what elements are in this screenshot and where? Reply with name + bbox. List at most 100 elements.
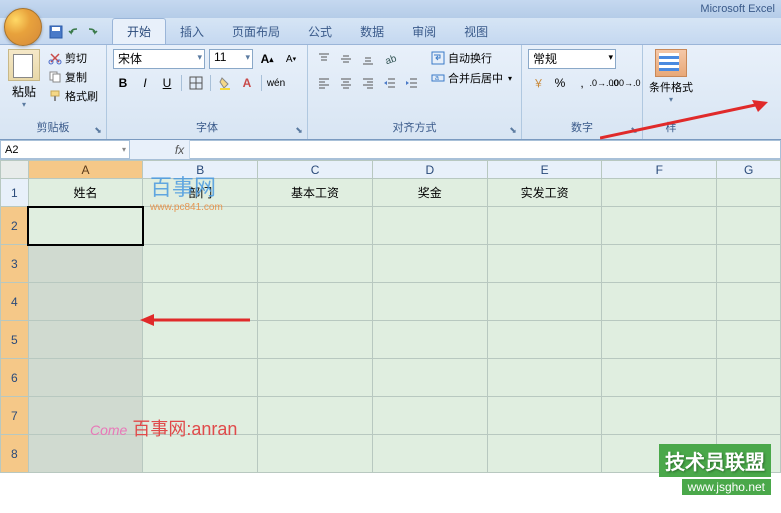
cut-button[interactable]: 剪切 bbox=[46, 49, 100, 67]
cell-F2[interactable] bbox=[602, 207, 717, 245]
italic-button[interactable]: I bbox=[135, 73, 155, 93]
row-header-7[interactable]: 7 bbox=[1, 397, 29, 435]
cell-A1[interactable]: 姓名 bbox=[28, 179, 143, 207]
row-header-3[interactable]: 3 bbox=[1, 245, 29, 283]
font-dialog-launcher[interactable]: ⬊ bbox=[293, 125, 305, 137]
undo-icon[interactable] bbox=[66, 24, 82, 40]
cell-D6[interactable] bbox=[372, 359, 487, 397]
cell-A2[interactable] bbox=[28, 207, 143, 245]
cell-B8[interactable] bbox=[143, 435, 258, 473]
cell-F5[interactable] bbox=[602, 321, 717, 359]
cell-G6[interactable] bbox=[717, 359, 781, 397]
cell-F4[interactable] bbox=[602, 283, 717, 321]
tab-start[interactable]: 开始 bbox=[112, 18, 166, 44]
tab-view[interactable]: 视图 bbox=[450, 19, 502, 44]
fx-button[interactable]: fx bbox=[170, 140, 190, 159]
col-header-F[interactable]: F bbox=[602, 161, 717, 179]
conditional-format-button[interactable]: 条件格式 ▾ bbox=[649, 49, 693, 104]
percent-button[interactable]: % bbox=[550, 73, 570, 93]
cell-B5[interactable] bbox=[143, 321, 258, 359]
align-bottom-button[interactable] bbox=[358, 49, 378, 69]
col-header-D[interactable]: D bbox=[372, 161, 487, 179]
bold-button[interactable]: B bbox=[113, 73, 133, 93]
cell-E3[interactable] bbox=[487, 245, 602, 283]
tab-formula[interactable]: 公式 bbox=[294, 19, 346, 44]
font-size-select[interactable]: 11 bbox=[209, 49, 253, 69]
tab-insert[interactable]: 插入 bbox=[166, 19, 218, 44]
save-icon[interactable] bbox=[48, 24, 64, 40]
border-button[interactable] bbox=[186, 73, 206, 93]
col-header-A[interactable]: A bbox=[28, 161, 143, 179]
phonetic-button[interactable]: wén bbox=[266, 73, 286, 93]
wrap-text-button[interactable]: 自动换行 bbox=[428, 49, 515, 67]
tab-layout[interactable]: 页面布局 bbox=[218, 19, 294, 44]
underline-button[interactable]: U bbox=[157, 73, 177, 93]
copy-button[interactable]: 复制 bbox=[46, 68, 100, 86]
cell-G8[interactable] bbox=[717, 435, 781, 473]
cell-C3[interactable] bbox=[258, 245, 373, 283]
tab-review[interactable]: 审阅 bbox=[398, 19, 450, 44]
cell-C8[interactable] bbox=[258, 435, 373, 473]
alignment-dialog-launcher[interactable]: ⬊ bbox=[507, 125, 519, 137]
cell-F1[interactable] bbox=[602, 179, 717, 207]
cell-F3[interactable] bbox=[602, 245, 717, 283]
cell-D4[interactable] bbox=[372, 283, 487, 321]
cell-G7[interactable] bbox=[717, 397, 781, 435]
align-middle-button[interactable] bbox=[336, 49, 356, 69]
cell-D2[interactable] bbox=[372, 207, 487, 245]
cell-C7[interactable] bbox=[258, 397, 373, 435]
tab-data[interactable]: 数据 bbox=[346, 19, 398, 44]
cell-F7[interactable] bbox=[602, 397, 717, 435]
number-dialog-launcher[interactable]: ⬊ bbox=[628, 125, 640, 137]
cell-B6[interactable] bbox=[143, 359, 258, 397]
row-header-4[interactable]: 4 bbox=[1, 283, 29, 321]
select-all-corner[interactable] bbox=[1, 161, 29, 179]
cell-E2[interactable] bbox=[487, 207, 602, 245]
cell-C6[interactable] bbox=[258, 359, 373, 397]
cell-A5[interactable] bbox=[28, 321, 143, 359]
cell-E1[interactable]: 实发工资 bbox=[487, 179, 602, 207]
paste-button[interactable]: 粘贴 ▾ bbox=[6, 49, 42, 117]
cell-D3[interactable] bbox=[372, 245, 487, 283]
redo-icon[interactable] bbox=[84, 24, 100, 40]
cell-C1[interactable]: 基本工资 bbox=[258, 179, 373, 207]
cell-G4[interactable] bbox=[717, 283, 781, 321]
cell-G2[interactable] bbox=[717, 207, 781, 245]
cell-E5[interactable] bbox=[487, 321, 602, 359]
cell-D5[interactable] bbox=[372, 321, 487, 359]
font-name-select[interactable]: 宋体 bbox=[113, 49, 205, 69]
decrease-indent-button[interactable] bbox=[380, 73, 400, 93]
cell-C5[interactable] bbox=[258, 321, 373, 359]
cell-E4[interactable] bbox=[487, 283, 602, 321]
cell-B7[interactable] bbox=[143, 397, 258, 435]
decrease-font-button[interactable]: A▾ bbox=[281, 49, 301, 69]
merge-center-button[interactable]: a合并后居中▾ bbox=[428, 69, 515, 87]
cell-D8[interactable] bbox=[372, 435, 487, 473]
fill-color-button[interactable] bbox=[215, 73, 235, 93]
formula-input[interactable] bbox=[190, 140, 781, 159]
number-format-select[interactable]: 常规 bbox=[528, 49, 616, 69]
cell-G3[interactable] bbox=[717, 245, 781, 283]
cell-G5[interactable] bbox=[717, 321, 781, 359]
cell-A8[interactable] bbox=[28, 435, 143, 473]
cell-G1[interactable] bbox=[717, 179, 781, 207]
cell-A4[interactable] bbox=[28, 283, 143, 321]
row-header-8[interactable]: 8 bbox=[1, 435, 29, 473]
name-box[interactable]: A2 bbox=[0, 140, 130, 159]
col-header-B[interactable]: B bbox=[143, 161, 258, 179]
clipboard-dialog-launcher[interactable]: ⬊ bbox=[92, 125, 104, 137]
align-left-button[interactable] bbox=[314, 73, 334, 93]
align-top-button[interactable] bbox=[314, 49, 334, 69]
office-button[interactable] bbox=[4, 8, 42, 46]
increase-indent-button[interactable] bbox=[402, 73, 422, 93]
cell-B1[interactable]: 部门 bbox=[143, 179, 258, 207]
cell-F8[interactable] bbox=[602, 435, 717, 473]
format-painter-button[interactable]: 格式刷 bbox=[46, 87, 100, 105]
cell-B2[interactable] bbox=[143, 207, 258, 245]
col-header-G[interactable]: G bbox=[717, 161, 781, 179]
col-header-E[interactable]: E bbox=[487, 161, 602, 179]
align-right-button[interactable] bbox=[358, 73, 378, 93]
cell-E6[interactable] bbox=[487, 359, 602, 397]
col-header-C[interactable]: C bbox=[258, 161, 373, 179]
cell-A3[interactable] bbox=[28, 245, 143, 283]
